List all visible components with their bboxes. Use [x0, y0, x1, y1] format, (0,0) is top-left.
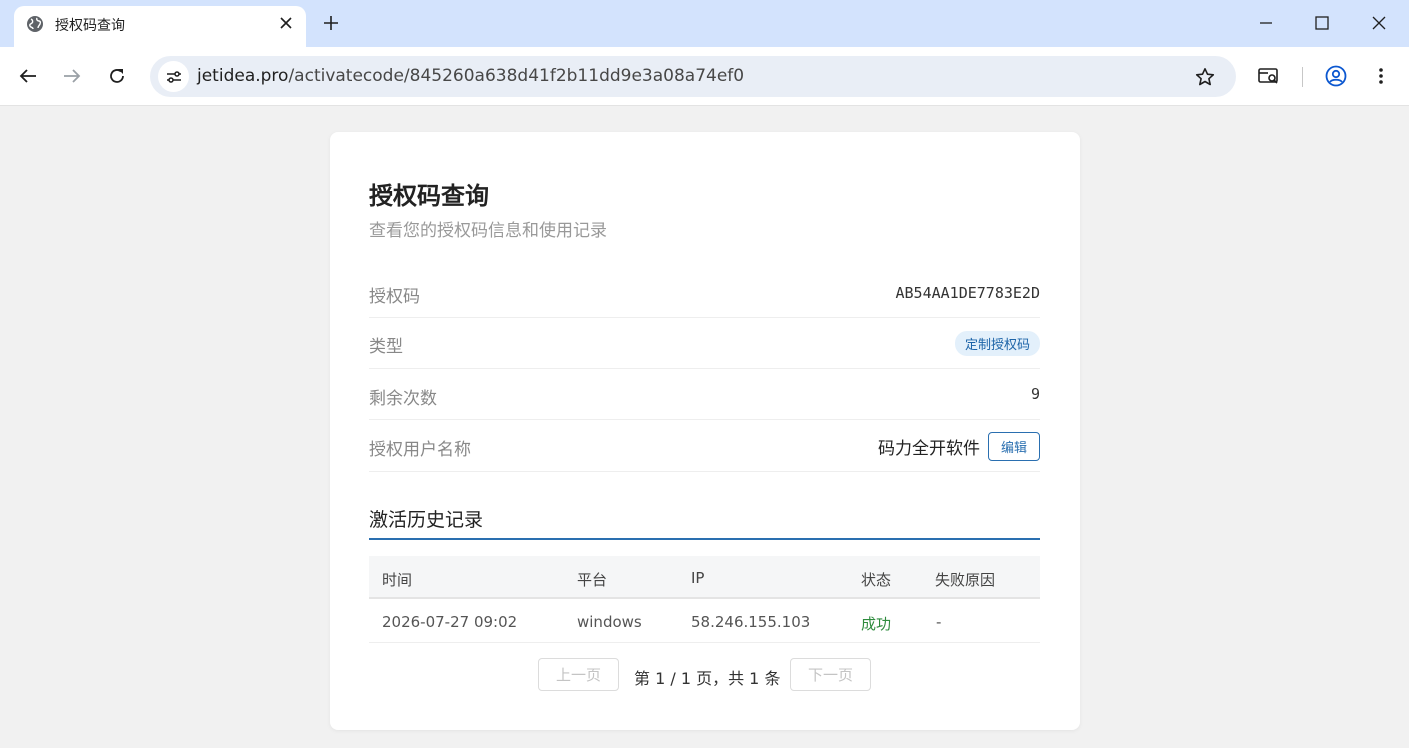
- close-tab-icon[interactable]: [276, 13, 296, 33]
- search-tabs-icon[interactable]: [1257, 64, 1281, 88]
- cell-ip: 58.246.155.103: [691, 613, 811, 631]
- more-menu-icon[interactable]: [1369, 64, 1393, 88]
- edit-button[interactable]: 编辑: [987, 432, 1040, 461]
- bookmark-star-icon[interactable]: [1193, 65, 1217, 89]
- address-bar[interactable]: jetidea.pro/activatecode/845260a638d41f2…: [150, 56, 1236, 97]
- cell-status: 成功: [861, 615, 892, 633]
- prev-page-button[interactable]: 上一页: [538, 658, 619, 691]
- globe-icon: [26, 15, 44, 33]
- page-info: 第 1 / 1 页，共 1 条: [634, 669, 781, 688]
- col-fail-reason: 失败原因: [935, 571, 996, 589]
- col-time: 时间: [382, 571, 413, 589]
- site-settings-icon[interactable]: [158, 61, 189, 92]
- cell-platform: windows: [577, 613, 642, 631]
- back-arrow-icon[interactable]: [16, 64, 40, 88]
- browser-toolbar: jetidea.pro/activatecode/845260a638d41f2…: [0, 47, 1409, 106]
- next-page-button[interactable]: 下一页: [790, 658, 871, 691]
- user-value-group: 码力全开软件 编辑: [878, 432, 1040, 461]
- type-label: 类型: [369, 337, 403, 357]
- url-text: jetidea.pro/activatecode/845260a638d41f2…: [197, 66, 744, 86]
- user-label: 授权用户名称: [369, 440, 471, 460]
- col-status: 状态: [861, 571, 892, 589]
- col-platform: 平台: [577, 571, 608, 589]
- browser-titlebar: 授权码查询: [0, 0, 1409, 47]
- browser-tab[interactable]: 授权码查询: [14, 6, 306, 47]
- cell-fail-reason: -: [936, 613, 942, 631]
- info-row-user: 授权用户名称 码力全开软件 编辑: [369, 420, 1040, 472]
- url-domain: jetidea.pro: [197, 66, 289, 86]
- info-row-remaining: 剩余次数 9: [369, 369, 1040, 420]
- page-title: 授权码查询: [369, 182, 489, 210]
- info-row-type: 类型 定制授权码: [369, 318, 1040, 369]
- table-row: 2026-07-27 09:02 windows 58.246.155.103 …: [369, 600, 1040, 643]
- activation-code-card: 授权码查询 查看您的授权码信息和使用记录 授权码 AB54AA1DE7783E2…: [330, 132, 1080, 730]
- table-header: 时间 平台 IP 状态 失败原因: [369, 556, 1040, 599]
- code-label: 授权码: [369, 287, 420, 307]
- history-title: 激活历史记录: [369, 509, 484, 531]
- history-divider: [369, 538, 1040, 540]
- profile-avatar-icon[interactable]: [1324, 64, 1348, 88]
- info-row-code: 授权码 AB54AA1DE7783E2D: [369, 268, 1040, 318]
- col-ip: IP: [691, 569, 705, 587]
- tab-title: 授权码查询: [55, 18, 125, 34]
- minimize-icon[interactable]: [1255, 12, 1277, 34]
- toolbar-separator: [1302, 67, 1303, 87]
- page-subtitle: 查看您的授权码信息和使用记录: [369, 221, 607, 241]
- maximize-icon[interactable]: [1311, 12, 1333, 34]
- user-name: 码力全开软件: [877, 439, 980, 459]
- reload-icon[interactable]: [105, 64, 129, 88]
- code-value: AB54AA1DE7783E2D: [895, 284, 1041, 302]
- new-tab-icon[interactable]: [320, 12, 342, 34]
- forward-arrow-icon[interactable]: [60, 64, 84, 88]
- remaining-label: 剩余次数: [369, 389, 437, 409]
- type-badge: 定制授权码: [954, 331, 1040, 356]
- url-path: /activatecode/845260a638d41f2b11dd9e3a08…: [288, 66, 745, 86]
- close-window-icon[interactable]: [1368, 12, 1390, 34]
- cell-time: 2026-07-27 09:02: [382, 613, 518, 631]
- pagination: 上一页 第 1 / 1 页，共 1 条 下一页: [330, 658, 1080, 691]
- remaining-value: 9: [1030, 385, 1040, 403]
